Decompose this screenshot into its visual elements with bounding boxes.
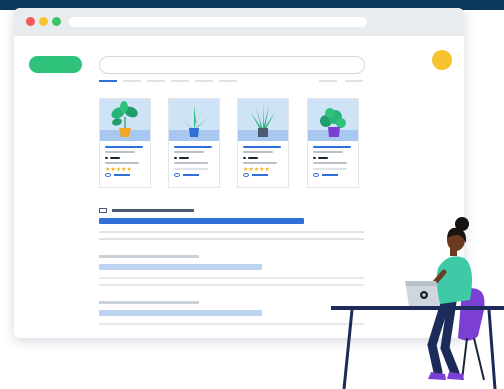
- person-at-desk-illustration: [331, 217, 504, 389]
- laptop: [405, 281, 440, 306]
- chair: [458, 288, 485, 381]
